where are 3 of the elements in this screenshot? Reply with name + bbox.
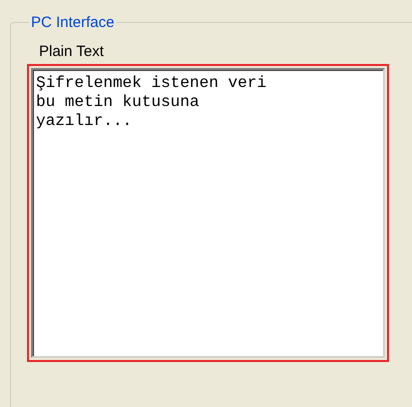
field-label: Plain Text	[39, 43, 104, 60]
text-area[interactable]: Şifrelenmek istenen veri bu metin kutusuna yazılır...	[31, 68, 385, 358]
group-title: PC Interface	[30, 14, 116, 31]
